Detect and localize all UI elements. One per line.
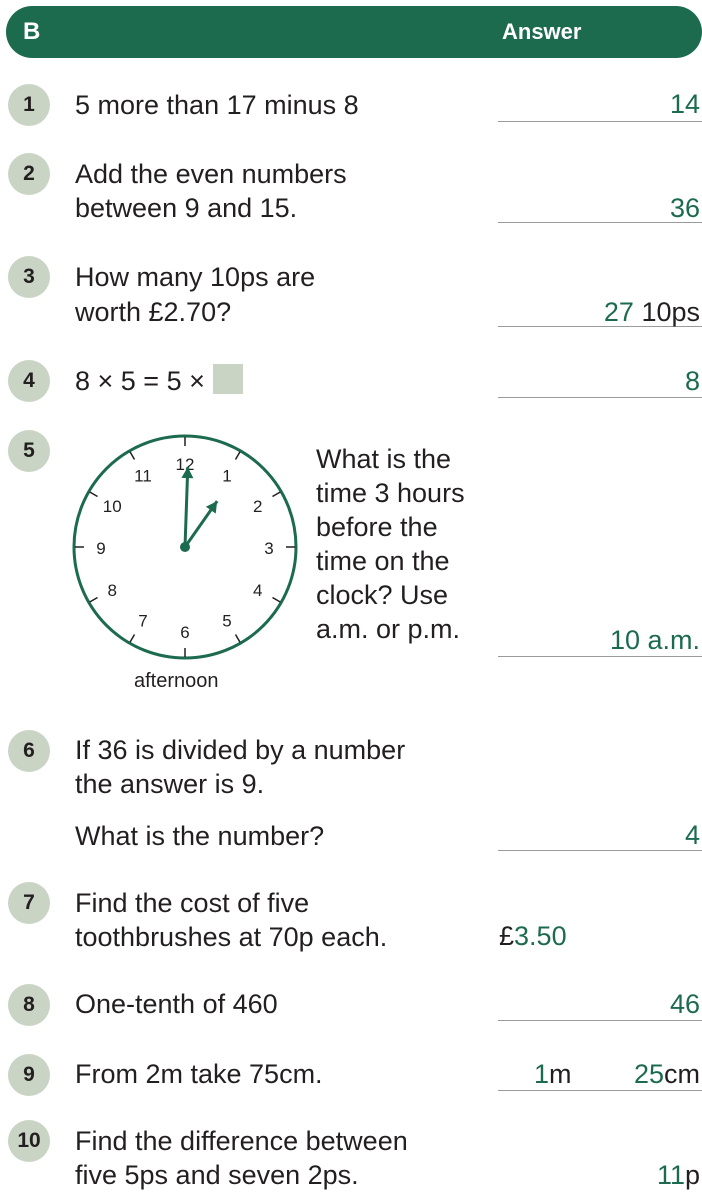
answer-7-value: 3.50 xyxy=(514,921,567,951)
question-10-line-2: five 5ps and seven 2ps. xyxy=(75,1160,359,1190)
clock-number: 1 xyxy=(222,466,231,485)
minute-hand-shaft xyxy=(183,466,190,548)
question-5-line-1: What is the xyxy=(316,444,452,474)
question-number-10: 10 xyxy=(8,1120,50,1162)
question-5-line-3: before the xyxy=(316,512,438,542)
answer-8: 46 xyxy=(669,989,700,1019)
answer-10-value: 11 xyxy=(656,1160,685,1190)
question-number-5: 5 xyxy=(8,430,50,472)
question-7-line-1: Find the cost of five xyxy=(75,888,310,918)
question-5-line-6: a.m. or p.m. xyxy=(316,614,461,644)
answer-9-metres: 1m xyxy=(534,1058,572,1090)
clock-number: 12 xyxy=(176,455,195,474)
question-number-7: 7 xyxy=(8,882,50,924)
answer-6: 4 xyxy=(684,820,700,850)
clock-tick xyxy=(89,596,98,603)
question-number-1: 1 xyxy=(8,84,50,126)
question-number-4: 4 xyxy=(8,360,50,402)
question-2-line-1: Add the even numbers xyxy=(75,159,347,189)
section-header: B Answer xyxy=(6,6,702,58)
answer-7-currency: £ xyxy=(499,921,515,951)
question-10-line-1: Find the difference between xyxy=(75,1126,408,1156)
question-6-line-2: the answer is 9. xyxy=(75,769,265,799)
question-9-text: From 2m take 75cm. xyxy=(75,1059,323,1089)
answer-line-6 xyxy=(498,850,702,851)
answer-3-value: 27 xyxy=(603,297,634,327)
question-8-text: One-tenth of 460 xyxy=(75,989,278,1019)
question-2-line-2: between 9 and 15. xyxy=(75,193,298,223)
question-7-line-2: toothbrushes at 70p each. xyxy=(75,922,388,952)
clock-tick xyxy=(129,451,136,460)
clock-number: 6 xyxy=(180,623,189,642)
question-6-line-1: If 36 is divided by a number xyxy=(75,735,406,765)
clock-number: 11 xyxy=(134,466,152,485)
question-number-6: 6 xyxy=(8,730,50,772)
question-number-2: 2 xyxy=(8,153,50,195)
clock-tick xyxy=(272,596,281,603)
answer-9-metres-value: 1 xyxy=(534,1059,550,1089)
answer-1: 14 xyxy=(669,89,700,119)
answer-line-5 xyxy=(498,656,702,657)
answer-3: 27 10ps xyxy=(604,296,700,328)
clock-number: 4 xyxy=(253,581,262,600)
clock-number: 5 xyxy=(222,612,231,631)
clock-number: 10 xyxy=(103,497,122,516)
question-1-text: 5 more than 17 minus 8 xyxy=(75,90,359,120)
question-number-8: 8 xyxy=(8,984,50,1026)
answer-line-8 xyxy=(498,1020,702,1021)
clock-tick xyxy=(272,491,281,498)
answer-5: 10 a.m. xyxy=(609,625,700,655)
clock-face: 121234567891011 xyxy=(72,434,298,660)
answer-line-1 xyxy=(498,121,702,122)
clock-number: 2 xyxy=(253,497,262,516)
missing-number-box xyxy=(212,364,243,394)
answer-7: £3.50 xyxy=(499,920,567,952)
question-5-line-5: clock? Use xyxy=(316,580,449,610)
question-4-equation: 8 × 5 = 5 × xyxy=(75,366,205,396)
clock-number: 8 xyxy=(108,581,117,600)
answer-9-centimetres-unit: cm xyxy=(664,1059,700,1089)
section-label: B xyxy=(23,18,41,45)
question-4-text: 8 × 5 = 5 × xyxy=(75,364,243,398)
answer-3-unit: 10ps xyxy=(641,297,700,327)
answer-line-4 xyxy=(498,397,702,398)
clock-center xyxy=(180,542,190,552)
clock-tick xyxy=(129,634,136,643)
clock-number: 7 xyxy=(138,612,147,631)
question-5-line-4: time on the xyxy=(316,546,450,576)
question-5-line-2: time 3 hours xyxy=(316,478,465,508)
answer-9-centimetres-value: 25 xyxy=(633,1059,664,1089)
clock-number: 9 xyxy=(96,539,105,558)
answer-2: 36 xyxy=(669,193,700,223)
clock-caption: afternoon xyxy=(134,670,219,692)
answer-line-9 xyxy=(498,1090,702,1091)
question-number-9: 9 xyxy=(8,1054,50,1096)
answer-10-unit: p xyxy=(684,1160,700,1190)
clock-tick xyxy=(234,634,241,643)
clock-number: 3 xyxy=(264,539,273,558)
question-3-line-1: How many 10ps are xyxy=(75,262,316,292)
question-number-3: 3 xyxy=(8,256,50,298)
answer-4: 8 xyxy=(684,366,700,396)
answer-10: 11p xyxy=(657,1159,700,1191)
question-3-line-2: worth £2.70? xyxy=(75,297,232,327)
answer-9-metres-unit: m xyxy=(549,1059,572,1089)
answer-9-centimetres: 25cm xyxy=(634,1058,700,1090)
clock-tick xyxy=(234,451,241,460)
answer-column-label: Answer xyxy=(502,19,582,44)
clock-tick xyxy=(89,491,98,498)
question-6-line-3: What is the number? xyxy=(75,821,325,851)
